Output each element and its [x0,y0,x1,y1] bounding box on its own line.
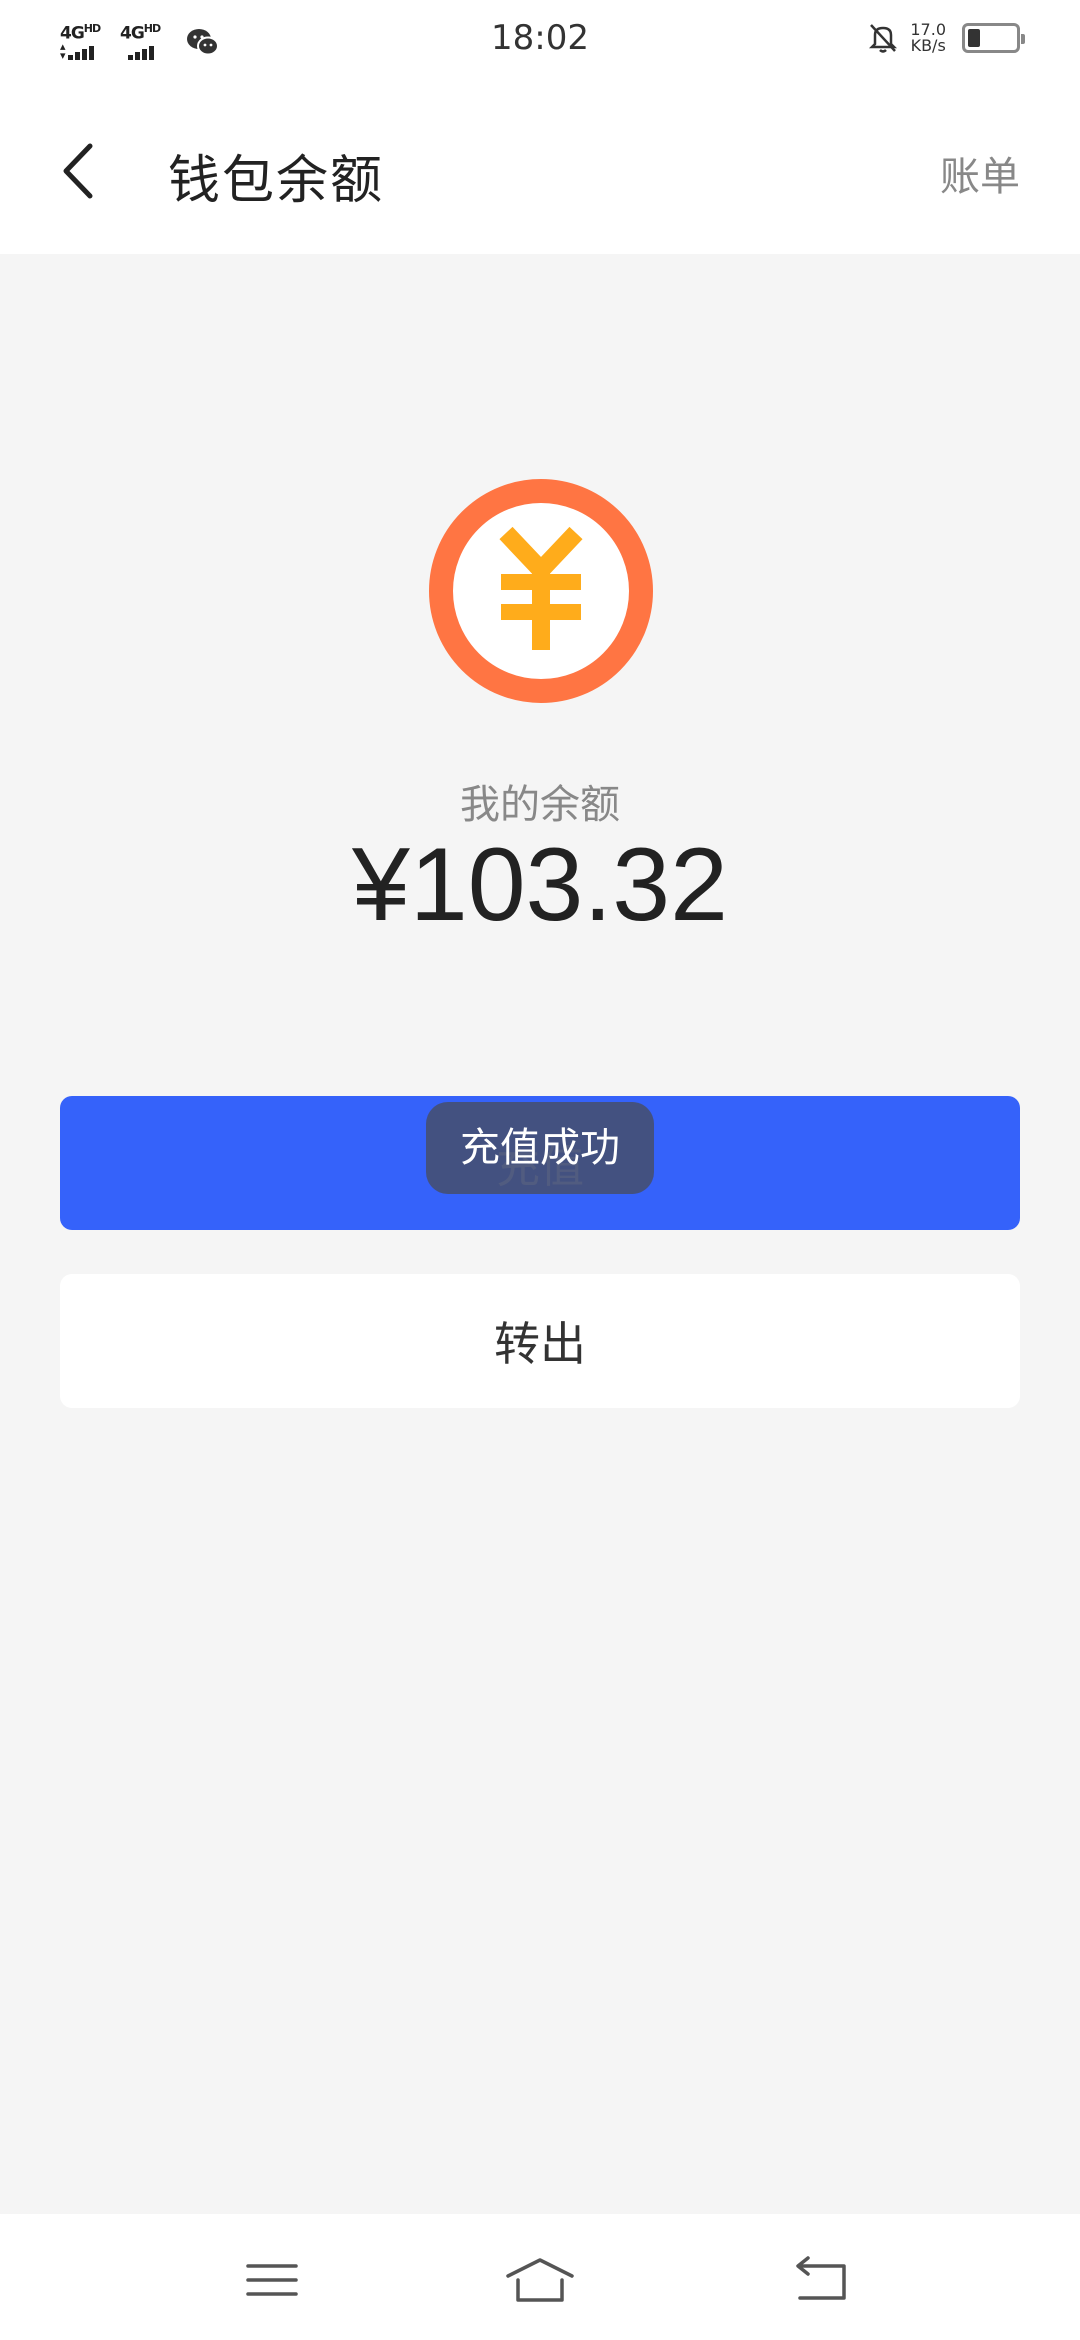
status-bar: 4GHD ▴ ▾ 4GHD 18:02 17.0 KB/s [0,0,1080,84]
system-nav-bar [0,2214,1080,2340]
header: 钱包余额 账单 [0,84,1080,254]
home-icon[interactable] [504,2252,576,2308]
battery-fill [968,29,980,47]
back-arrow-icon[interactable] [786,2252,858,2308]
menu-icon[interactable] [236,2252,308,2308]
balance-label: 我的余额 [460,782,620,828]
page-title: 钱包余额 [168,151,385,211]
mute-bell-icon [869,24,898,53]
transfer-out-button[interactable]: 转出 [60,1274,1020,1408]
speed-unit: KB/s [910,36,946,55]
balance-amount: ¥103.32 [352,827,728,943]
toast-message: 充值成功 [426,1102,654,1194]
status-right: 17.0 KB/s [868,22,1025,54]
network-speed: 17.0 KB/s [910,22,946,54]
bill-link[interactable]: 账单 [940,144,1020,202]
chevron-left-icon[interactable] [52,136,112,206]
battery-icon [962,23,1025,53]
yuan-coin-icon [429,479,653,703]
